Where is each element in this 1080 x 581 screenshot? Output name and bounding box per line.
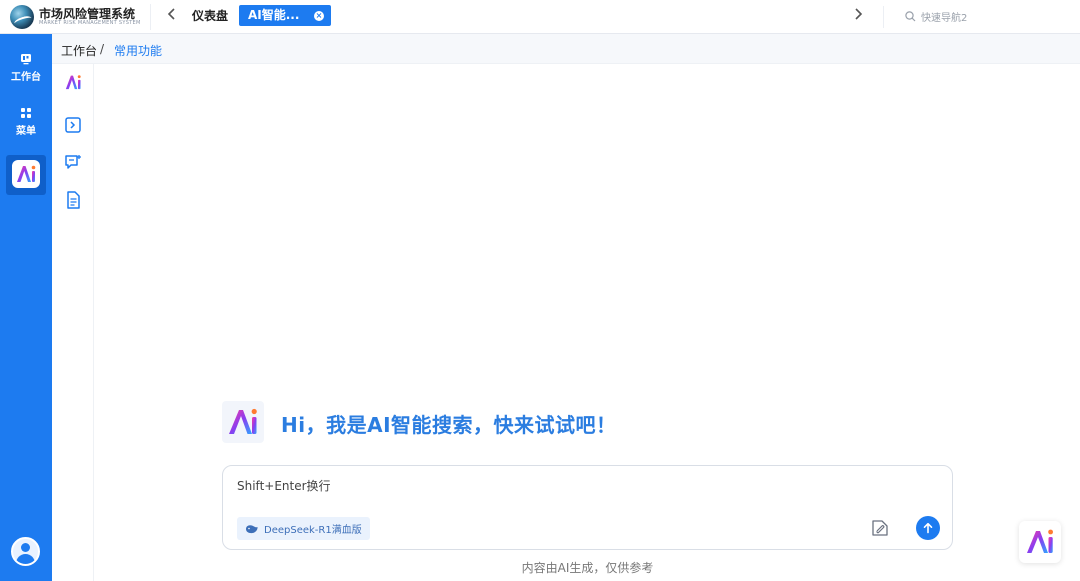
primary-sidebar: 工作台 菜单 — [0, 34, 52, 581]
whale-icon — [246, 524, 258, 533]
search-icon — [905, 11, 916, 22]
chevron-left-icon[interactable] — [164, 6, 180, 26]
model-label: DeepSeek-R1满血版 — [264, 525, 362, 536]
close-icon[interactable]: × — [314, 11, 324, 21]
divider — [150, 4, 151, 30]
greeting-text: Hi，我是AI智能搜索，快来试试吧！ — [281, 413, 617, 437]
arrow-up-icon — [923, 522, 933, 534]
attach-file-icon[interactable] — [869, 517, 891, 539]
tab-ai-search[interactable]: AI智能... × — [239, 5, 331, 26]
divider — [883, 6, 884, 28]
breadcrumb-separator: / — [100, 42, 105, 56]
new-chat-icon[interactable] — [63, 152, 83, 172]
breadcrumb-common-functions: 常用功能 — [114, 44, 163, 58]
sidebar-item-workbench[interactable]: 工作台 — [0, 53, 52, 83]
collapse-panel-icon[interactable] — [63, 115, 83, 135]
ai-logo-icon — [1027, 529, 1053, 553]
chat-input[interactable] — [237, 476, 837, 496]
chevron-right-icon[interactable] — [850, 6, 866, 26]
tab-dashboard[interactable]: 仪表盘 — [188, 7, 232, 25]
app-logo — [10, 5, 34, 29]
chat-input-box: DeepSeek-R1满血版 — [222, 465, 953, 550]
send-button[interactable] — [916, 516, 940, 540]
ai-logo-icon[interactable] — [63, 72, 83, 92]
tab-label: AI智能... — [248, 8, 300, 22]
ai-logo-icon — [222, 401, 264, 443]
quick-nav-placeholder: 快速导航2 — [921, 13, 968, 24]
disclaimer-text: 内容由AI生成，仅供参考 — [521, 561, 654, 575]
grid-menu-icon — [21, 108, 31, 118]
sidebar-item-label: 工作台 — [11, 72, 41, 83]
sidebar-item-ai[interactable] — [6, 155, 46, 195]
sidebar-item-menu[interactable]: 菜单 — [0, 107, 52, 137]
breadcrumb-workbench[interactable]: 工作台 — [61, 42, 97, 59]
floating-ai-button[interactable] — [1019, 521, 1061, 563]
breadcrumb: 工作台 / 常用功能 — [52, 34, 1080, 64]
model-selector[interactable]: DeepSeek-R1满血版 — [237, 517, 370, 540]
workbench-icon — [21, 54, 31, 65]
app-subtitle: MARKET RISK MANAGEMENT SYSTEM — [39, 20, 141, 26]
tool-column — [52, 64, 94, 581]
quick-nav-search[interactable]: 快速导航2 — [905, 9, 967, 24]
document-icon[interactable] — [63, 190, 83, 210]
top-bar: 市场风险管理系统 MARKET RISK MANAGEMENT SYSTEM 仪… — [0, 0, 1080, 34]
sidebar-item-label: 菜单 — [16, 126, 36, 137]
ai-logo-icon — [12, 160, 40, 188]
